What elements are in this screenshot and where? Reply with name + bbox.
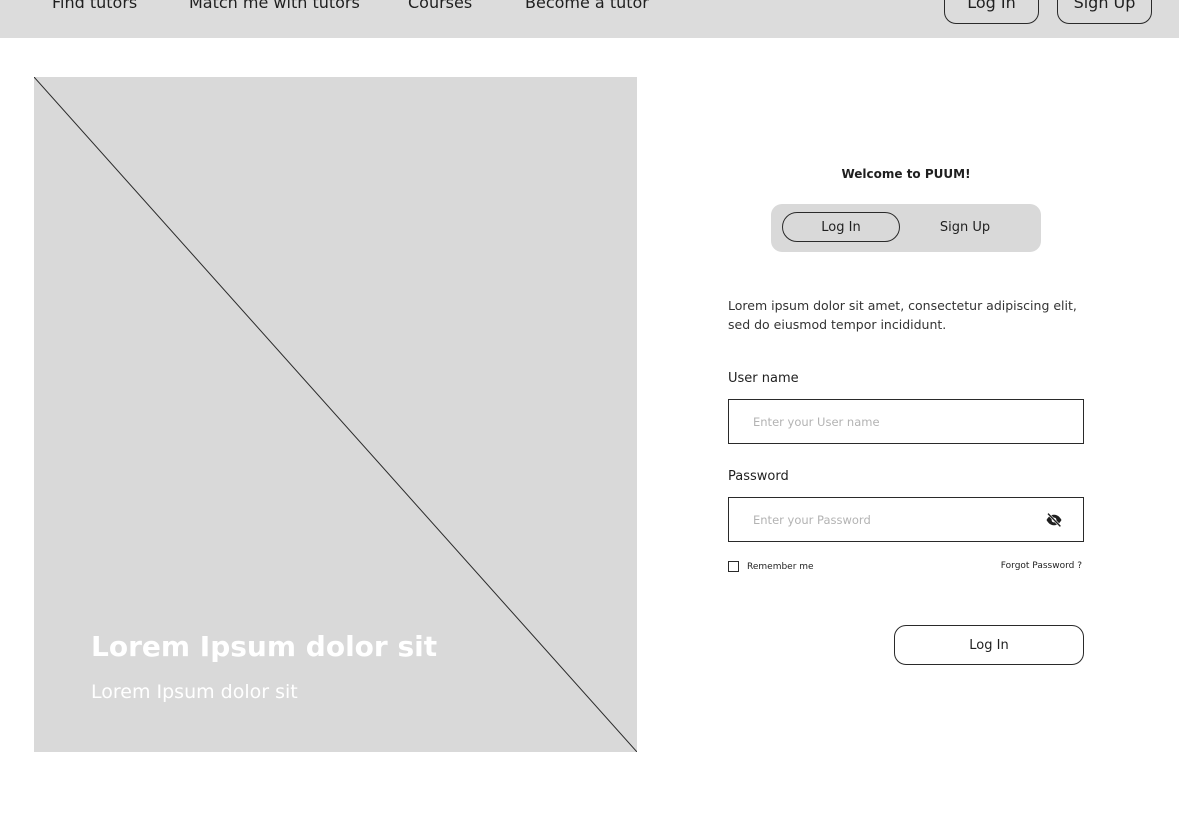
remember-me-option[interactable]: Remember me: [728, 561, 814, 572]
nav-signup-button[interactable]: Sign Up: [1057, 0, 1152, 24]
password-input[interactable]: [753, 498, 1023, 541]
remember-me-checkbox[interactable]: [728, 561, 739, 572]
hero-subtitle: Lorem Ipsum dolor sit: [91, 681, 298, 703]
auth-mode-toggle: Log In Sign Up: [771, 204, 1041, 252]
login-page: Find tutors Match me with tutors Courses…: [0, 0, 1179, 814]
password-field: [728, 497, 1084, 542]
toggle-signup-tab[interactable]: Sign Up: [911, 212, 1019, 242]
remember-me-label: Remember me: [747, 561, 814, 572]
nav-link-find-tutors[interactable]: Find tutors: [52, 0, 137, 12]
nav-link-courses[interactable]: Courses: [408, 0, 472, 12]
top-nav-bar: Find tutors Match me with tutors Courses…: [0, 0, 1179, 38]
toggle-login-tab[interactable]: Log In: [782, 212, 900, 242]
login-submit-button[interactable]: Log In: [894, 625, 1084, 665]
welcome-heading: Welcome to PUUM!: [841, 167, 971, 181]
nav-link-become-tutor[interactable]: Become a tutor: [525, 0, 649, 12]
nav-link-match-tutors[interactable]: Match me with tutors: [189, 0, 360, 12]
password-label: Password: [728, 469, 789, 484]
forgot-password-link[interactable]: Forgot Password ?: [1001, 561, 1082, 571]
hero-title: Lorem Ipsum dolor sit: [91, 630, 438, 663]
username-label: User name: [728, 371, 799, 386]
eye-slash-icon[interactable]: [1045, 511, 1063, 529]
form-description: Lorem ipsum dolor sit amet, consectetur …: [728, 298, 1077, 332]
username-field: [728, 399, 1084, 444]
nav-login-button[interactable]: Log In: [944, 0, 1039, 24]
username-input[interactable]: [753, 400, 1023, 443]
hero-image-placeholder: Lorem Ipsum dolor sit Lorem Ipsum dolor …: [34, 77, 637, 752]
